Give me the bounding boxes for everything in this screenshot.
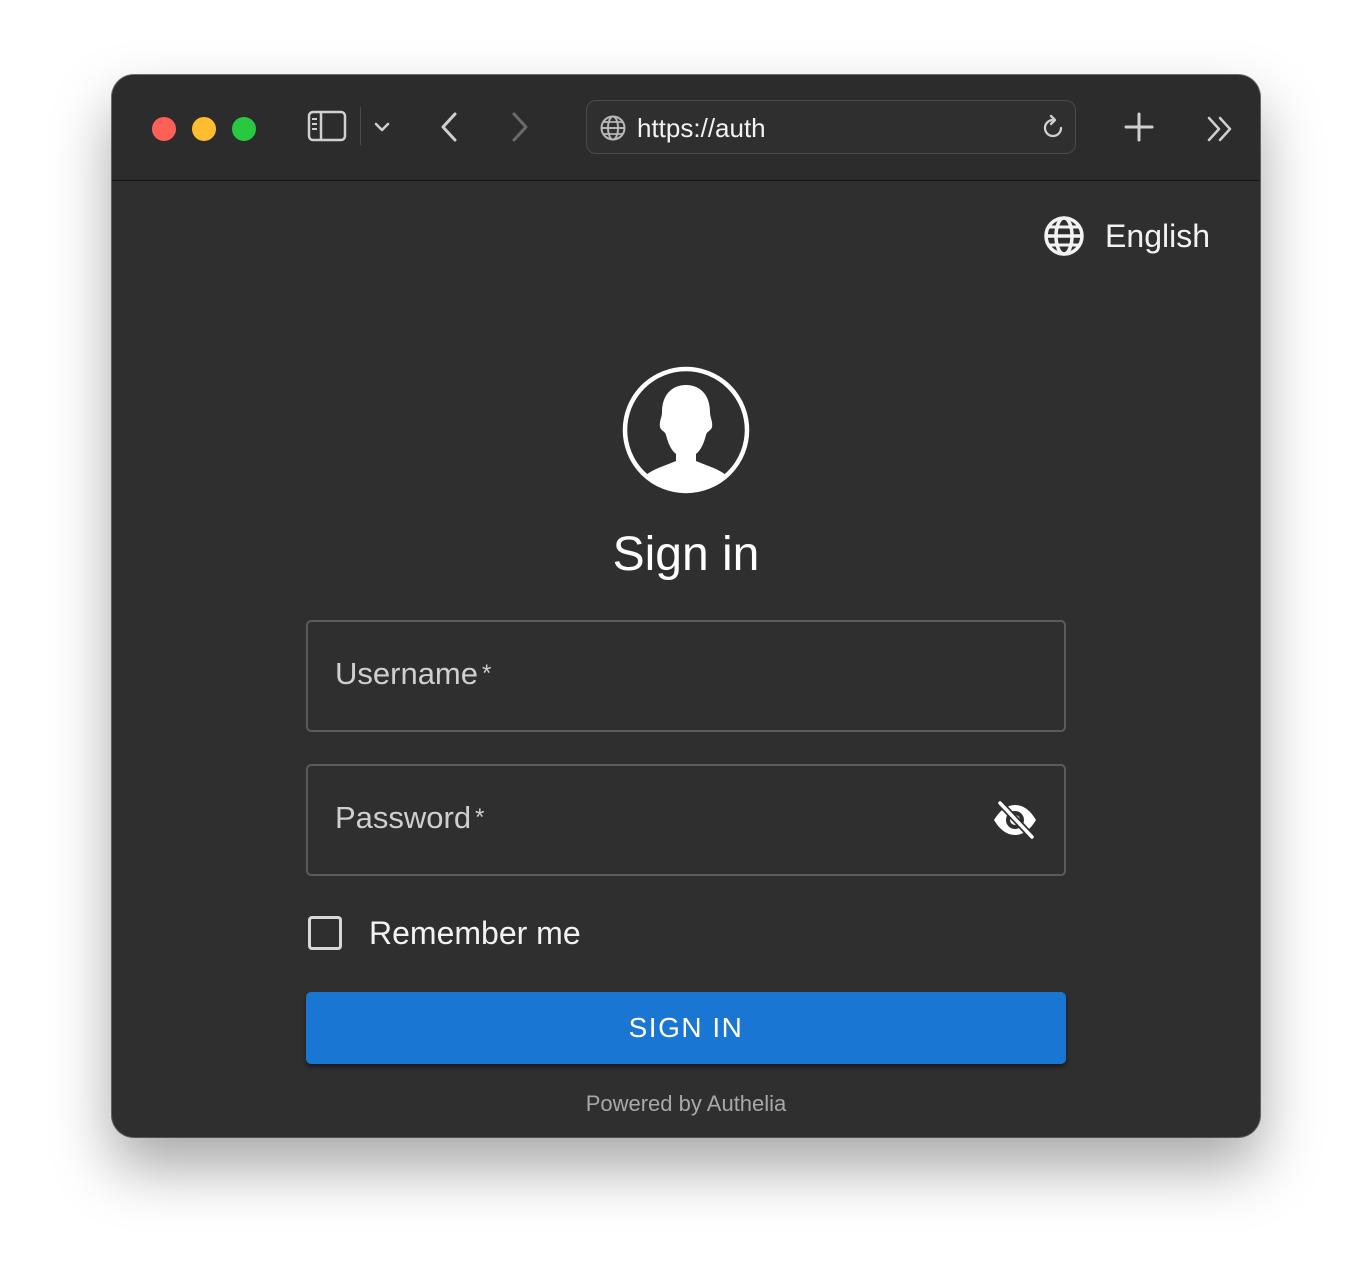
password-field[interactable]: Password *: [306, 764, 1066, 876]
sidebar-icon[interactable]: [307, 110, 347, 142]
username-label: Username *: [335, 656, 492, 691]
globe-icon: [600, 115, 626, 141]
close-window-button[interactable]: [152, 117, 176, 141]
back-icon[interactable]: [438, 111, 460, 143]
page-title: Sign in: [612, 528, 760, 581]
required-marker: *: [482, 660, 492, 687]
visibility-off-icon[interactable]: [992, 800, 1038, 840]
language-selector[interactable]: English: [1043, 213, 1210, 259]
globe-icon: [1044, 216, 1084, 256]
browser-window: https://auth English Sign in Username * …: [112, 75, 1260, 1137]
minimize-window-button[interactable]: [192, 117, 216, 141]
username-field[interactable]: Username *: [306, 620, 1066, 732]
password-label: Password *: [335, 800, 485, 835]
language-label: English: [1105, 217, 1210, 254]
required-marker: *: [475, 804, 485, 831]
address-bar[interactable]: https://auth: [586, 100, 1076, 154]
remember-me-label[interactable]: Remember me: [369, 913, 581, 953]
toolbar-divider: [360, 107, 361, 145]
overflow-icon[interactable]: [1205, 115, 1235, 143]
chevron-down-icon[interactable]: [374, 121, 390, 133]
url-text: https://auth: [637, 113, 766, 143]
forward-icon[interactable]: [509, 111, 531, 143]
browser-toolbar: https://auth: [112, 75, 1260, 181]
plus-icon[interactable]: [1124, 112, 1154, 142]
remember-me-checkbox[interactable]: [308, 916, 342, 950]
powered-by-footer: Powered by Authelia: [585, 1091, 787, 1116]
user-avatar-icon: [622, 366, 750, 494]
reload-icon[interactable]: [1039, 114, 1067, 142]
zoom-window-button[interactable]: [232, 117, 256, 141]
sign-in-button[interactable]: SIGN IN: [306, 992, 1066, 1064]
